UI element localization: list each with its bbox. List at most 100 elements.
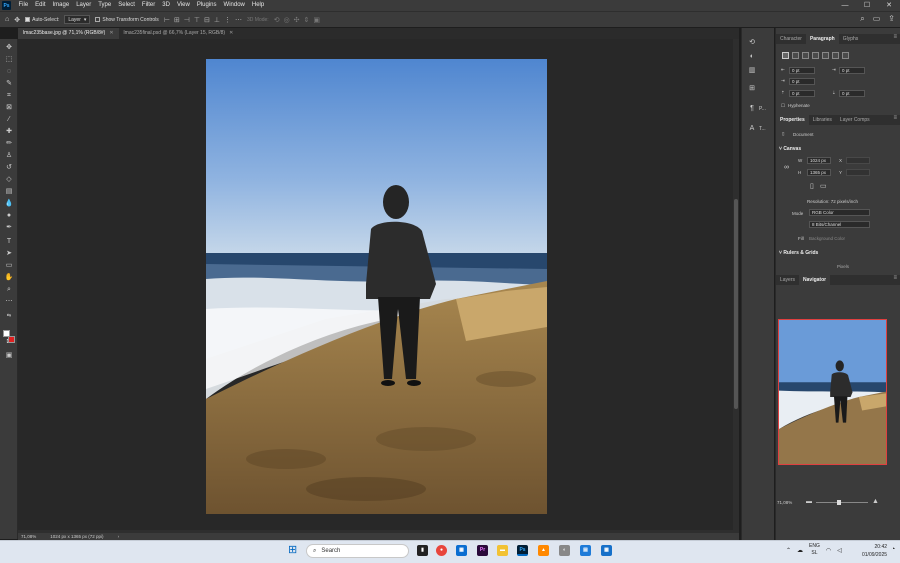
- menu-window[interactable]: Window: [220, 0, 248, 11]
- tab-libraries[interactable]: Libraries: [809, 115, 836, 125]
- canvas-section-header[interactable]: ˅ Canvas: [779, 146, 801, 152]
- search-icon[interactable]: ⌕: [860, 14, 864, 24]
- tab-properties[interactable]: Properties: [776, 115, 809, 125]
- scrollbar-thumb[interactable]: [734, 199, 738, 409]
- brush-tool-icon[interactable]: ✏: [4, 139, 14, 149]
- volume-icon[interactable]: ◁: [837, 547, 842, 554]
- app-icon[interactable]: ◐: [559, 545, 570, 556]
- menu-layer[interactable]: Layer: [73, 0, 95, 11]
- tab-layer-comps[interactable]: Layer Comps: [836, 115, 874, 125]
- indent-left-field[interactable]: 0 pt: [789, 67, 815, 74]
- auto-select-dropdown[interactable]: Layer ▾: [64, 15, 91, 24]
- align-left-text-icon[interactable]: [782, 52, 789, 59]
- rulers-section-header[interactable]: ˅ Rulers & Grids: [779, 250, 818, 256]
- paragraph-icon[interactable]: ¶: [747, 104, 757, 114]
- align-left-icon[interactable]: ⊢: [164, 16, 170, 24]
- photoshop-taskbar-icon[interactable]: Ps: [517, 545, 528, 556]
- rulers-unit-select[interactable]: Pixels: [837, 264, 849, 269]
- move-tool-icon[interactable]: ✥: [4, 43, 14, 53]
- chevron-up-icon[interactable]: ⌃: [786, 547, 791, 554]
- minimize-button[interactable]: —: [834, 0, 856, 11]
- portrait-icon[interactable]: ▯: [810, 182, 814, 190]
- slider-handle[interactable]: [837, 500, 841, 505]
- menu-type[interactable]: Type: [95, 0, 115, 11]
- more-tools-icon[interactable]: ⋯: [4, 297, 14, 307]
- chrome-icon[interactable]: ●: [436, 545, 447, 556]
- close-button[interactable]: ✕: [878, 0, 900, 11]
- menu-plugins[interactable]: Plugins: [193, 0, 220, 11]
- premiere-icon[interactable]: Pr: [477, 545, 488, 556]
- default-colors-icon[interactable]: ⇆: [4, 311, 14, 321]
- history-brush-icon[interactable]: ↺: [4, 163, 14, 173]
- space-after-field[interactable]: 0 pt: [839, 90, 865, 97]
- align-middle-icon[interactable]: ⊟: [204, 16, 210, 24]
- y-field[interactable]: [846, 169, 870, 176]
- zoom-out-icon[interactable]: ▬: [806, 499, 812, 505]
- tab-navigator[interactable]: Navigator: [799, 275, 831, 285]
- navigator-preview[interactable]: [778, 319, 887, 465]
- align-center-text-icon[interactable]: [792, 52, 799, 59]
- justify-last-left-icon[interactable]: [812, 52, 819, 59]
- background-color-swatch[interactable]: [8, 336, 15, 343]
- justify-last-right-icon[interactable]: [832, 52, 839, 59]
- first-line-indent-field[interactable]: 0 pt: [789, 78, 815, 85]
- close-icon[interactable]: ✕: [109, 28, 113, 39]
- tab-glyphs[interactable]: Glyphs: [839, 34, 863, 44]
- landscape-icon[interactable]: ▭: [820, 182, 827, 190]
- blur-tool-icon[interactable]: 💧: [4, 199, 14, 209]
- task-view-icon[interactable]: ▮: [417, 545, 428, 556]
- align-bottom-icon[interactable]: ⊥: [214, 16, 220, 24]
- menu-select[interactable]: Select: [115, 0, 139, 11]
- link-icon[interactable]: ∞: [784, 164, 789, 171]
- justify-last-center-icon[interactable]: [822, 52, 829, 59]
- x-field[interactable]: [846, 157, 870, 164]
- rectangle-tool-icon[interactable]: ▭: [4, 261, 14, 271]
- calculator-icon[interactable]: ▤: [580, 545, 591, 556]
- crop-tool-icon[interactable]: ⌗: [4, 91, 14, 101]
- 3d-pan-icon[interactable]: ✣: [294, 16, 300, 24]
- zoom-tool-icon[interactable]: ⌕: [4, 285, 14, 295]
- tab-paragraph[interactable]: Paragraph: [805, 34, 839, 44]
- healing-brush-icon[interactable]: ✚: [4, 127, 14, 137]
- show-transform-checkbox[interactable]: Show Transform Controls: [95, 17, 159, 23]
- align-top-icon[interactable]: ⊤: [194, 16, 200, 24]
- libraries-icon[interactable]: ▥: [747, 66, 757, 76]
- menu-help[interactable]: Help: [248, 0, 267, 11]
- marquee-tool-icon[interactable]: ⬚: [4, 55, 14, 65]
- height-field[interactable]: 1365 px: [807, 169, 831, 176]
- indent-right-field[interactable]: 0 pt: [839, 67, 865, 74]
- screen-mode-icon[interactable]: ▣: [4, 351, 14, 361]
- store-icon[interactable]: ▦: [456, 545, 467, 556]
- fill-value[interactable]: Background Color: [809, 236, 845, 241]
- notepad-icon[interactable]: ▦: [601, 545, 612, 556]
- eraser-tool-icon[interactable]: ◇: [4, 175, 14, 185]
- hyphenate-checkbox[interactable]: ☐: [781, 103, 785, 109]
- more-options-icon[interactable]: ⋯: [235, 16, 242, 24]
- frame-tool-icon[interactable]: ⊠: [4, 103, 14, 113]
- taskbar-clock[interactable]: 20:42 01/09/2025: [862, 543, 887, 559]
- bit-depth-select[interactable]: 8 Bits/Channel: [809, 221, 870, 228]
- mode-select[interactable]: RGB Color: [809, 209, 870, 216]
- 3d-scale-icon[interactable]: ▣: [313, 16, 320, 24]
- foreground-color-swatch[interactable]: [3, 330, 10, 337]
- tab-lmac235final[interactable]: lmac235final.psd @ 66,7% (Layer 15, RGB/…: [118, 28, 239, 39]
- menu-view[interactable]: View: [173, 0, 193, 11]
- share-icon[interactable]: ⇪: [888, 14, 895, 24]
- align-right-text-icon[interactable]: [802, 52, 809, 59]
- windows-start-icon[interactable]: ⊞: [288, 545, 299, 556]
- document-image[interactable]: [206, 59, 547, 514]
- quick-select-tool-icon[interactable]: ✎: [4, 79, 14, 89]
- move-tool-icon[interactable]: ✥: [14, 16, 20, 24]
- menu-edit[interactable]: Edit: [32, 0, 49, 11]
- pen-tool-icon[interactable]: ✒: [4, 223, 14, 233]
- history-icon[interactable]: ⟲: [747, 38, 757, 48]
- gradient-tool-icon[interactable]: ▤: [4, 187, 14, 197]
- 3d-slide-icon[interactable]: ⇕: [304, 16, 310, 24]
- vertical-scrollbar[interactable]: [733, 39, 739, 530]
- distribute-icon[interactable]: ⋮: [224, 16, 231, 24]
- zoom-level[interactable]: 71,08%: [21, 534, 36, 539]
- character-icon[interactable]: A: [747, 124, 757, 134]
- panel-menu-icon[interactable]: ≡: [893, 115, 897, 121]
- align-center-icon[interactable]: ⊞: [174, 16, 180, 24]
- taskbar-search[interactable]: ⌕ Search: [306, 544, 409, 558]
